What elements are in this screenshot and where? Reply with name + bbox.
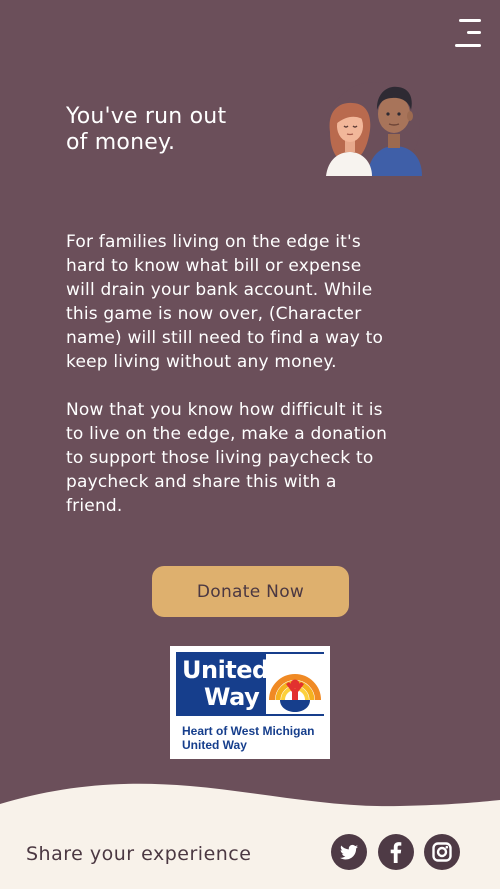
logo-word-united: United bbox=[182, 656, 269, 684]
donate-now-button[interactable]: Donate Now bbox=[152, 566, 349, 617]
instagram-share-button[interactable] bbox=[424, 834, 460, 870]
message-paragraph-2: Now that you know how difficult it is to… bbox=[66, 400, 388, 516]
hamburger-menu-icon bbox=[459, 19, 481, 22]
twitter-icon bbox=[340, 844, 358, 860]
twitter-share-button[interactable] bbox=[331, 834, 367, 870]
message-paragraph-1: For families living on the edge it's har… bbox=[66, 232, 384, 372]
menu-button[interactable] bbox=[451, 17, 481, 47]
facebook-icon bbox=[390, 842, 402, 863]
united-way-logo[interactable]: United Way Heart of West Michigan United… bbox=[170, 646, 330, 759]
logo-tagline-line-1: Heart of West Michigan bbox=[182, 724, 315, 738]
couple-illustration bbox=[326, 82, 422, 176]
logo-word-way: Way bbox=[204, 683, 260, 711]
instagram-icon bbox=[432, 842, 452, 862]
message-body: For families living on the edge it's har… bbox=[66, 230, 446, 518]
share-label: Share your experience bbox=[26, 843, 252, 865]
logo-tagline-line-2: United Way bbox=[182, 738, 247, 752]
page-title: You've run out of money. bbox=[66, 104, 227, 155]
united-way-emblem-icon bbox=[266, 654, 324, 714]
facebook-share-button[interactable] bbox=[378, 834, 414, 870]
